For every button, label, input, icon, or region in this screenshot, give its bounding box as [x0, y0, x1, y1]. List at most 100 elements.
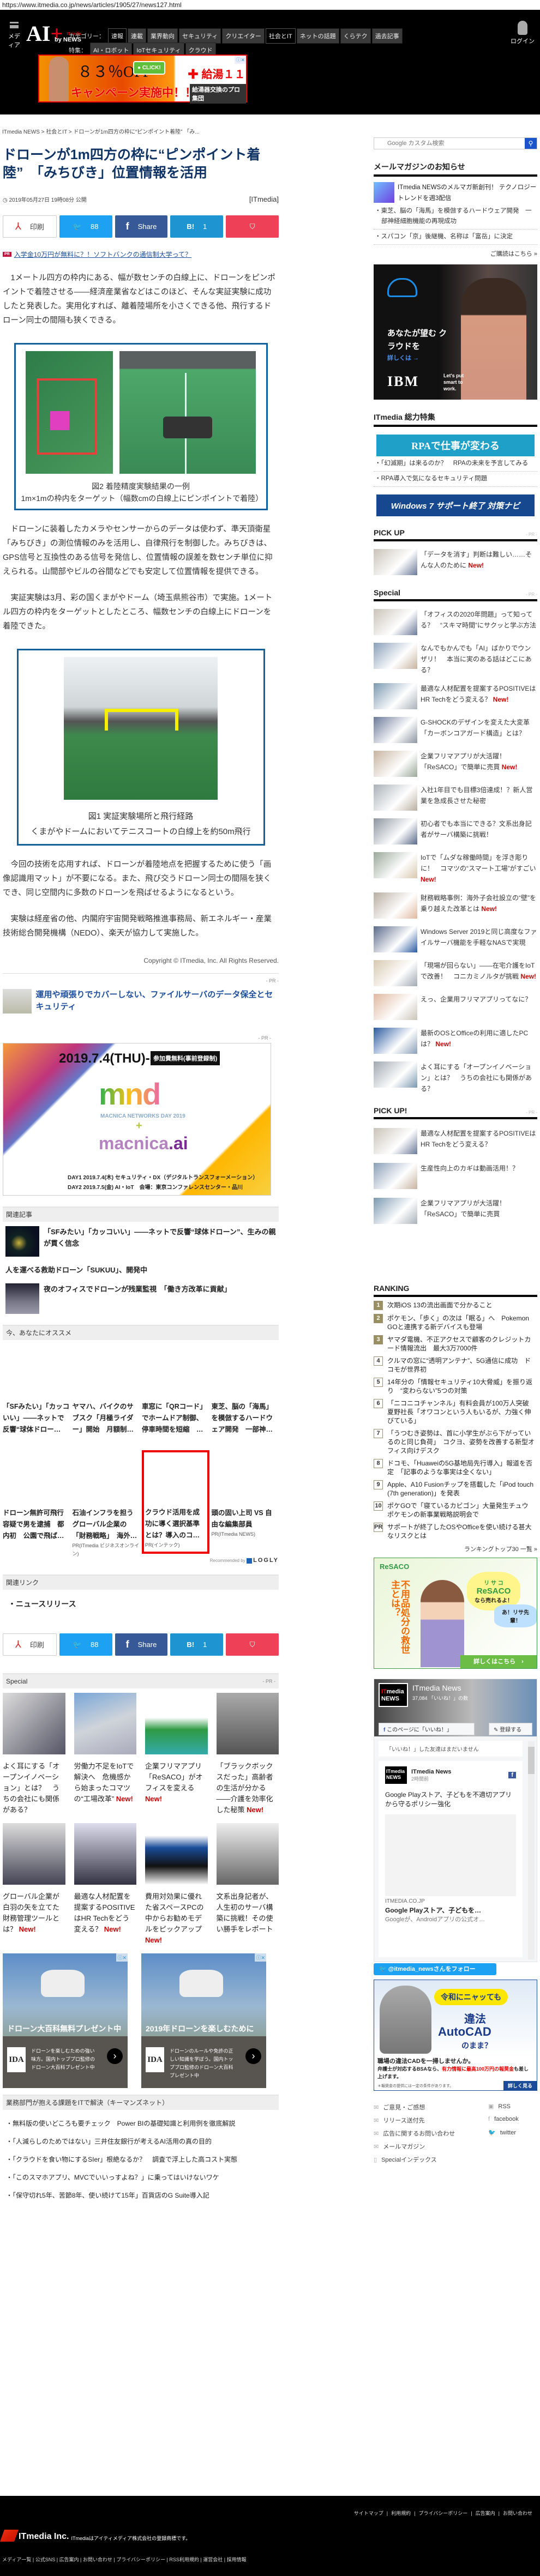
pr-article-link[interactable]: 運用や頑張りでカバーしない、ファイルサーバのデータ保全とセキュリティ — [36, 989, 279, 1013]
nav-category[interactable]: 業界動向 — [147, 28, 178, 44]
keymans-item[interactable]: 「このスマホアプリ、MVCでいいっすよね？」に乗ってはいけないワケ — [6, 2173, 279, 2182]
sidebar-footer-link[interactable]: ▣ RSS — [488, 2103, 537, 2112]
keymans-item[interactable]: 無料版の使いどころも要チェック Power BIの基礎知識と利用例を徹底解説 — [6, 2119, 279, 2128]
subscribe-link[interactable]: ご購読はこちら » — [374, 249, 537, 258]
ranking-item[interactable]: 10 ポケGOで「寝ているカビゴン」大量発生チュウ ポケモンの新事業戦略説明会で — [374, 1501, 537, 1519]
ranking-more-link[interactable]: ランキングトップ30 一覧 » — [374, 1545, 537, 1553]
ad-close-icon[interactable]: ⓘ✕ — [255, 1953, 266, 1962]
post-author[interactable]: ITmedia News — [411, 1769, 451, 1775]
related-link[interactable]: ・ニュースリリース — [8, 1598, 279, 1609]
pr-link[interactable]: 入学金10万円が無料に？！ソフトバンクの通信制大学って？ — [14, 250, 191, 259]
nav-category[interactable]: くらテク — [340, 28, 371, 44]
pocket-button[interactable]: ⛉ — [226, 215, 279, 238]
recommend-item[interactable]: ドローン無許可飛行容疑で男を逮捕 都内初 公園で飛ばし「広 — [3, 1450, 70, 1554]
recommend-item[interactable]: クラウド活用を成功に導く選択基準とは？導入のコツを解説 PR(インテック) — [142, 1450, 209, 1554]
ranking-item[interactable]: 3 ヤマダ電機、不正アクセスで顧客のクレジットカード情報流出 最大3万7000件 — [374, 1335, 537, 1353]
related-article[interactable]: 夜のオフィスでドローンが残業監視 「働き方改革に貢献」 — [5, 1283, 279, 1314]
sidebar-article[interactable]: Windows Server 2019と同じ高度なファイルサーバ機能を手軽なNA… — [374, 926, 537, 952]
special-card[interactable]: よく耳にする「オープンイノベーション」とは？ うちの会社にも関係がある？ — [3, 1693, 65, 1815]
special-card[interactable]: 文系出身記者が、人生初のサーバ構築に挑戦！その使い勝手をレポート — [216, 1823, 279, 1946]
page-name[interactable]: ITmedia News — [412, 1684, 461, 1692]
recommend-item[interactable]: 「SFみたい」「カッコいい」――ネットで反響“球体ドローン”、生 — [3, 1347, 70, 1450]
top-banner-ad[interactable]: ８３％OFF ● CLICK! キャンペーン実施中！！ ✚ 給湯１１９番 給湯器… — [38, 55, 247, 104]
keymans-item[interactable]: 「人減らしのためではない」三井住友銀行が考えるAI活用の真の目的 — [6, 2137, 279, 2146]
ranking-item[interactable]: 5 14年分の「情報セキュリティ10大脅威」を振り返り “変わらない”5つの対策 — [374, 1378, 537, 1395]
search-button[interactable]: ⚲ — [525, 138, 537, 149]
sidebar-article[interactable]: よく耳にする「オープンイノベーション」とは？ うちの会社にも関係がある？ — [374, 1061, 537, 1094]
sidebar-footer-link[interactable]: f facebook — [488, 2116, 537, 2125]
sidebar-article[interactable]: IoTで「ムダな稼働時間」を浮き彫りに！ コマツの“スマート工場”がすごい Ne… — [374, 852, 537, 885]
pocket-button[interactable]: ⛉ — [226, 1633, 279, 1656]
nav-category[interactable]: 速報 — [108, 28, 127, 44]
footer-link[interactable]: 利用規約 — [391, 2511, 411, 2516]
sidebar-article[interactable]: 「オフィスの2020年問題」って知ってる？ “スキマ時間”にサクッと学ぶ方法 — [374, 609, 537, 635]
nav-category[interactable]: ネットの話題 — [296, 28, 339, 44]
pr-article[interactable]: 運用や頑張りでカバーしない、ファイルサーバのデータ保全とセキュリティ — [3, 989, 279, 1013]
nav-category[interactable]: クリエイター — [222, 28, 265, 44]
sidebar-article[interactable]: 企業フリマアプリが大活躍！「ReSACO」で簡単に売買 New! — [374, 751, 537, 777]
recommend-item[interactable]: 石油インフラを担うグローバル企業の「財務戦略」 海外子会社設 PR(ITmedia… — [73, 1450, 140, 1557]
chevron-right-icon[interactable]: › — [245, 2048, 261, 2064]
sidebar-article[interactable]: 「データを消す」判断は難しい……そんな人のために New! — [374, 549, 537, 575]
nav-category[interactable]: 過去記事 — [371, 28, 403, 44]
nav-category[interactable]: 連載 — [128, 28, 146, 44]
ibm-ad[interactable]: あなたが望む クラウドを 詳しくは → IBM Let's put smart … — [374, 264, 537, 400]
sidebar-article[interactable]: 企業フリマアプリが大活躍！「ReSACO」で簡単に売買 — [374, 1198, 537, 1224]
mail-item[interactable]: 東芝、脳の「海馬」を模倣するハードウェア開発 一部神経細胞機能の再現成功 — [374, 204, 537, 230]
special-card[interactable]: 最適な人材配置を提案するPOSITIVEはHR Techをどう変える？ New! — [74, 1823, 136, 1946]
keymans-item[interactable]: 「保守切れ5年、苦節8年、使い続けて15年」百貨店のG Suite導入記 — [6, 2191, 279, 2200]
sidebar-footer-link[interactable]: ✉ 広告に関するお問い合わせ — [374, 2129, 488, 2138]
sidebar-footer-link[interactable]: ✉ メールマガジン — [374, 2142, 488, 2151]
sidebar-article[interactable]: G-SHOCKのデザインを変えた大変革 「カーボンコアガード構造」とは？ — [374, 717, 537, 743]
drone-ad[interactable]: ⓘ✕ ドローン大百科無料プレゼント中 IDA ドローンを楽しむための強い味方。国内トッ… — [3, 1953, 128, 2088]
special-card[interactable]: 労働力不足をIoTで解決へ 危機感から始まったコマツの“工場改革” New! — [74, 1693, 136, 1815]
footer-link[interactable]: プライバシーポリシー — [418, 2511, 467, 2516]
sidebar-article[interactable]: 最適な人材配置を提案するPOSITIVEはHR Techをどう変える？ — [374, 1128, 537, 1154]
twitter-share-button[interactable]: 🐦 88 — [59, 215, 112, 238]
sidebar-article[interactable]: 「現場が回らない」――在宅介護をIoTで改善！ コニカミノルタが挑戦 New! — [374, 960, 537, 986]
print-button[interactable]: ⅄ 印刷 — [3, 215, 57, 238]
sidebar-article[interactable]: なんでもかんでも「AI」ばかりでウンザリ！ 本当に実のある話はどこにある？ — [374, 643, 537, 675]
feature-item[interactable]: 「幻滅期」は来るのか？ RPAの未来を予言してみる — [374, 456, 537, 472]
ranking-item[interactable]: 2 ポケモン、「歩く」の次は「眠る」へ Pokemon GOと連携する新デバイスも… — [374, 1314, 537, 1331]
keymans-item[interactable]: 「クラウドを食い物にするSIer」根絶なるか？ 調査で浮上した高コスト実態 — [6, 2155, 279, 2164]
breadcrumb-category[interactable]: 社会とIT — [46, 129, 67, 135]
ranking-item[interactable]: 4 クルマの窓に“透明アンテナ”、5G通信に成功 ドコモが世界初 — [374, 1356, 537, 1374]
hatena-bookmark-button[interactable]: B! 1 — [170, 215, 224, 238]
sidebar-footer-link[interactable]: ✉ リリース送付先 — [374, 2116, 488, 2125]
macnica-ad[interactable]: 2019.7.4(THU)-5(FRI) 参加費無料(事前登録制) mnd MA… — [3, 1043, 271, 1196]
recommend-item[interactable]: 車窓に「QRコード」でホームドア制御、停車時間を短縮 都営地 — [142, 1347, 209, 1450]
widget-scrollbar[interactable] — [528, 1741, 535, 1959]
ad-close-icon[interactable]: ⓘ✕ — [235, 56, 246, 64]
page-avatar[interactable]: ITmedia NEWS — [379, 1683, 408, 1707]
ad-close-icon[interactable]: ⓘ✕ — [116, 1953, 128, 1962]
footer-link[interactable]: 広告案内 — [476, 2511, 495, 2516]
signup-button[interactable]: ✎ 登録する — [489, 1723, 532, 1735]
related-article[interactable]: 人を運べる救助ドローン「SUKUU」、開発中 — [5, 1264, 279, 1276]
ranking-item[interactable]: 1 次期iOS 13の流出画面で分かること — [374, 1301, 537, 1310]
footer-link[interactable]: サイトマップ — [354, 2511, 383, 2516]
special-card[interactable]: 費用対効果に優れた省スペースPCの中からお勧めモデルをピックアップ New! — [145, 1823, 208, 1946]
facebook-share-button[interactable]: f Share — [115, 215, 168, 238]
logly-credit[interactable]: Recommended by LOGLY — [3, 1557, 279, 1564]
nav-category[interactable]: セキュリティ — [179, 28, 221, 44]
drone-ad[interactable]: ⓘ✕ 2019年ドローンを楽しむために IDA ドローンのルールや免許の正しい知識を学… — [141, 1953, 266, 2088]
footer-link[interactable]: お問い合わせ — [503, 2511, 532, 2516]
ranking-item[interactable]: 6 「ニコニコチャンネル」有料会員が100万人突破 夏野社長「オワコンという人もい… — [374, 1399, 537, 1425]
footer-bottom-links[interactable]: メディア一覧 | 公式SNS | 広告案内 | お問い合わせ | プライバシーポ… — [2, 2556, 247, 2563]
media-menu-button[interactable]: メディア — [5, 22, 23, 49]
link-title[interactable]: Google Playストア、子どもを… — [385, 1905, 516, 1915]
twitter-share-button[interactable]: 🐦 88 — [59, 1633, 112, 1656]
ad-cta[interactable]: 詳しくは → — [387, 353, 419, 362]
sidebar-footer-link[interactable]: 🐦 twitter — [488, 2129, 537, 2138]
ad-cta-button[interactable]: 詳しくはこちら › — [460, 1655, 537, 1668]
ad-click-button[interactable]: ● CLICK! — [133, 61, 165, 75]
sidebar-article[interactable]: 生産性向上のカギは動画活用！？ — [374, 1163, 537, 1189]
mail-magazine-feature[interactable]: ITmedia NEWSのメルマガ新創刊！ テクノロジートレンドを週3配信 — [374, 182, 537, 204]
sidebar-footer-link[interactable]: ▯ Specialインデックス — [374, 2155, 488, 2164]
related-article[interactable]: 「SFみたい」「カッコいい」――ネットで反響“球体ドローン”、生みの親が貫く信念 — [5, 1226, 279, 1257]
print-button[interactable]: ⅄ 印刷 — [3, 1633, 57, 1656]
breadcrumb-home[interactable]: ITmedia NEWS — [2, 129, 40, 135]
like-page-button[interactable]: f このページに「いいね！」 — [379, 1723, 475, 1735]
address-bar[interactable]: https://www.itmedia.co.jp/news/articles/… — [0, 0, 540, 10]
